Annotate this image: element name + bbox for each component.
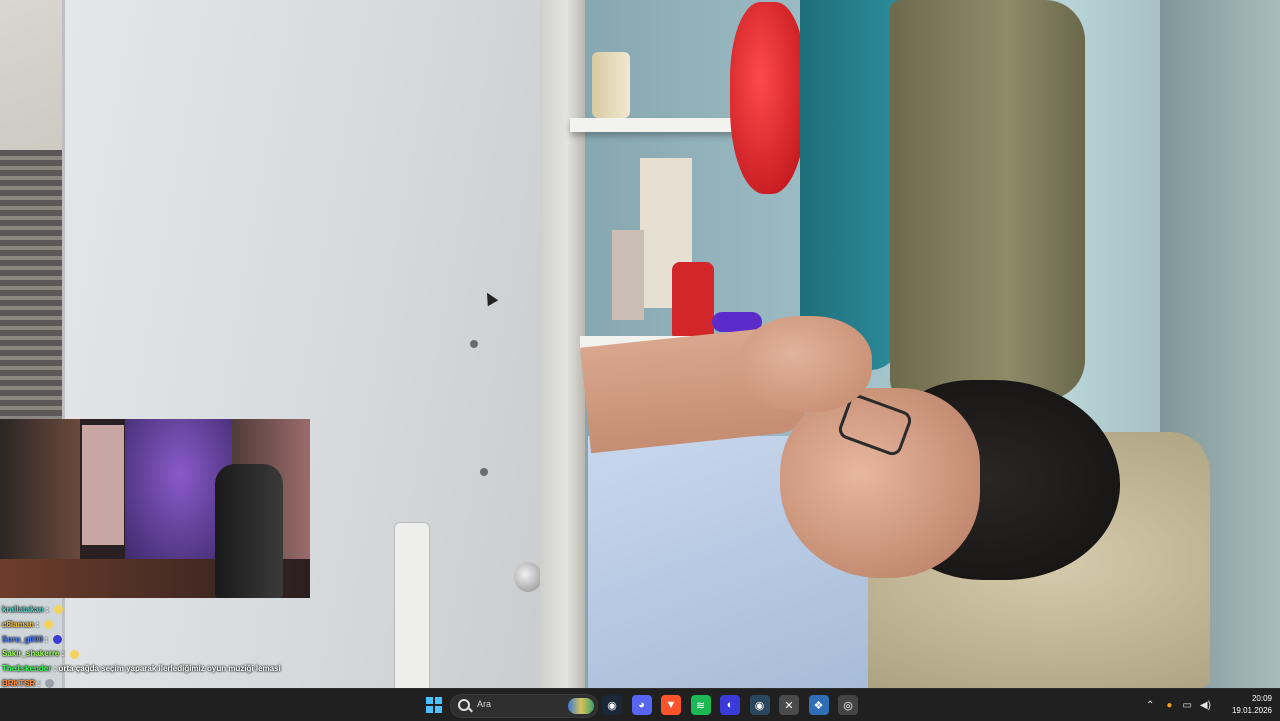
taskbar: Ara ◉ ◕ ▼ ≋ ◐ ◉ ✕ ❖ ◎ ⌃ ● ▭ ◀) 20:09 19.01.2026	[0, 688, 1280, 721]
jar	[592, 52, 630, 118]
spray-bottle	[672, 262, 714, 338]
chat-message: krallatakan :	[2, 603, 302, 618]
door-handle	[394, 522, 430, 688]
chat-username: Soru_g000	[2, 634, 43, 644]
chat-emote-icon	[69, 649, 79, 659]
volume-icon[interactable]: ◀)	[1200, 700, 1211, 711]
spotify-icon[interactable]: ≋	[690, 695, 711, 715]
windows-start-icon[interactable]	[424, 695, 444, 715]
chat-text: orta çağda seçim yaparak ilerlediğimiz o…	[58, 664, 281, 674]
chat-username: BRKTSR	[2, 678, 36, 688]
chat-separator: :	[42, 634, 51, 644]
steam-alt-icon[interactable]: ◉	[749, 695, 770, 715]
microphone-icon[interactable]: ●	[1166, 700, 1172, 711]
search-placeholder: Ara	[477, 699, 492, 709]
chat-emote-icon	[53, 605, 63, 615]
chat-username: The1skender	[2, 664, 52, 674]
chat-separator: :	[34, 619, 42, 629]
chat-username: c8laman	[2, 619, 35, 629]
brave-icon[interactable]: ▼	[661, 695, 681, 715]
chat-separator: :	[35, 678, 43, 688]
chat-emote-icon	[44, 620, 54, 630]
chat-message: Sakir_shakerre :	[2, 647, 302, 662]
clock-time: 20:09	[1251, 694, 1272, 703]
xbox-icon[interactable]: ✕	[779, 695, 799, 715]
steam-icon[interactable]: ◉	[602, 695, 622, 715]
system-tray: ⌃ ● ▭ ◀)	[1146, 689, 1211, 721]
upper-shelf	[570, 118, 745, 132]
gaming-chair	[215, 464, 283, 598]
green-jacket	[890, 0, 1085, 400]
chat-username: Sakir_shakerre	[2, 649, 60, 659]
obs-icon[interactable]: ◎	[838, 695, 858, 715]
network-icon[interactable]: ▭	[1182, 700, 1191, 711]
chat-emote-icon	[53, 634, 63, 644]
door-frame	[540, 0, 585, 688]
discord-icon[interactable]: ◕	[631, 695, 652, 715]
search-highlight-icon	[568, 698, 594, 714]
door-screw	[480, 468, 488, 476]
browser-icon[interactable]: ◐	[720, 695, 740, 715]
clock-date: 19.01.2026	[1231, 706, 1272, 715]
teal-jacket	[800, 0, 900, 370]
door-screw	[470, 340, 478, 348]
cam-door	[82, 425, 124, 545]
chevron-up-icon[interactable]: ⌃	[1146, 700, 1154, 711]
chat-separator: :	[43, 605, 51, 614]
webcam-overlay	[0, 419, 310, 598]
taskbar-search[interactable]: Ara	[450, 694, 598, 718]
door-lock	[514, 562, 542, 592]
app-icon[interactable]: ❖	[808, 695, 829, 715]
clock[interactable]: 20:09 19.01.2026	[1232, 693, 1272, 717]
red-bag	[730, 2, 806, 194]
chat-message: c8laman :	[2, 618, 302, 633]
hand	[740, 316, 872, 412]
chat-separator: :	[59, 649, 67, 659]
search-icon	[458, 699, 470, 711]
box	[612, 230, 644, 320]
chat-message: The1skender : orta çağda seçim yaparak i…	[2, 662, 302, 677]
chat-message: Soru_g000 :	[2, 633, 302, 648]
chat-username: krallatakan	[2, 605, 44, 614]
